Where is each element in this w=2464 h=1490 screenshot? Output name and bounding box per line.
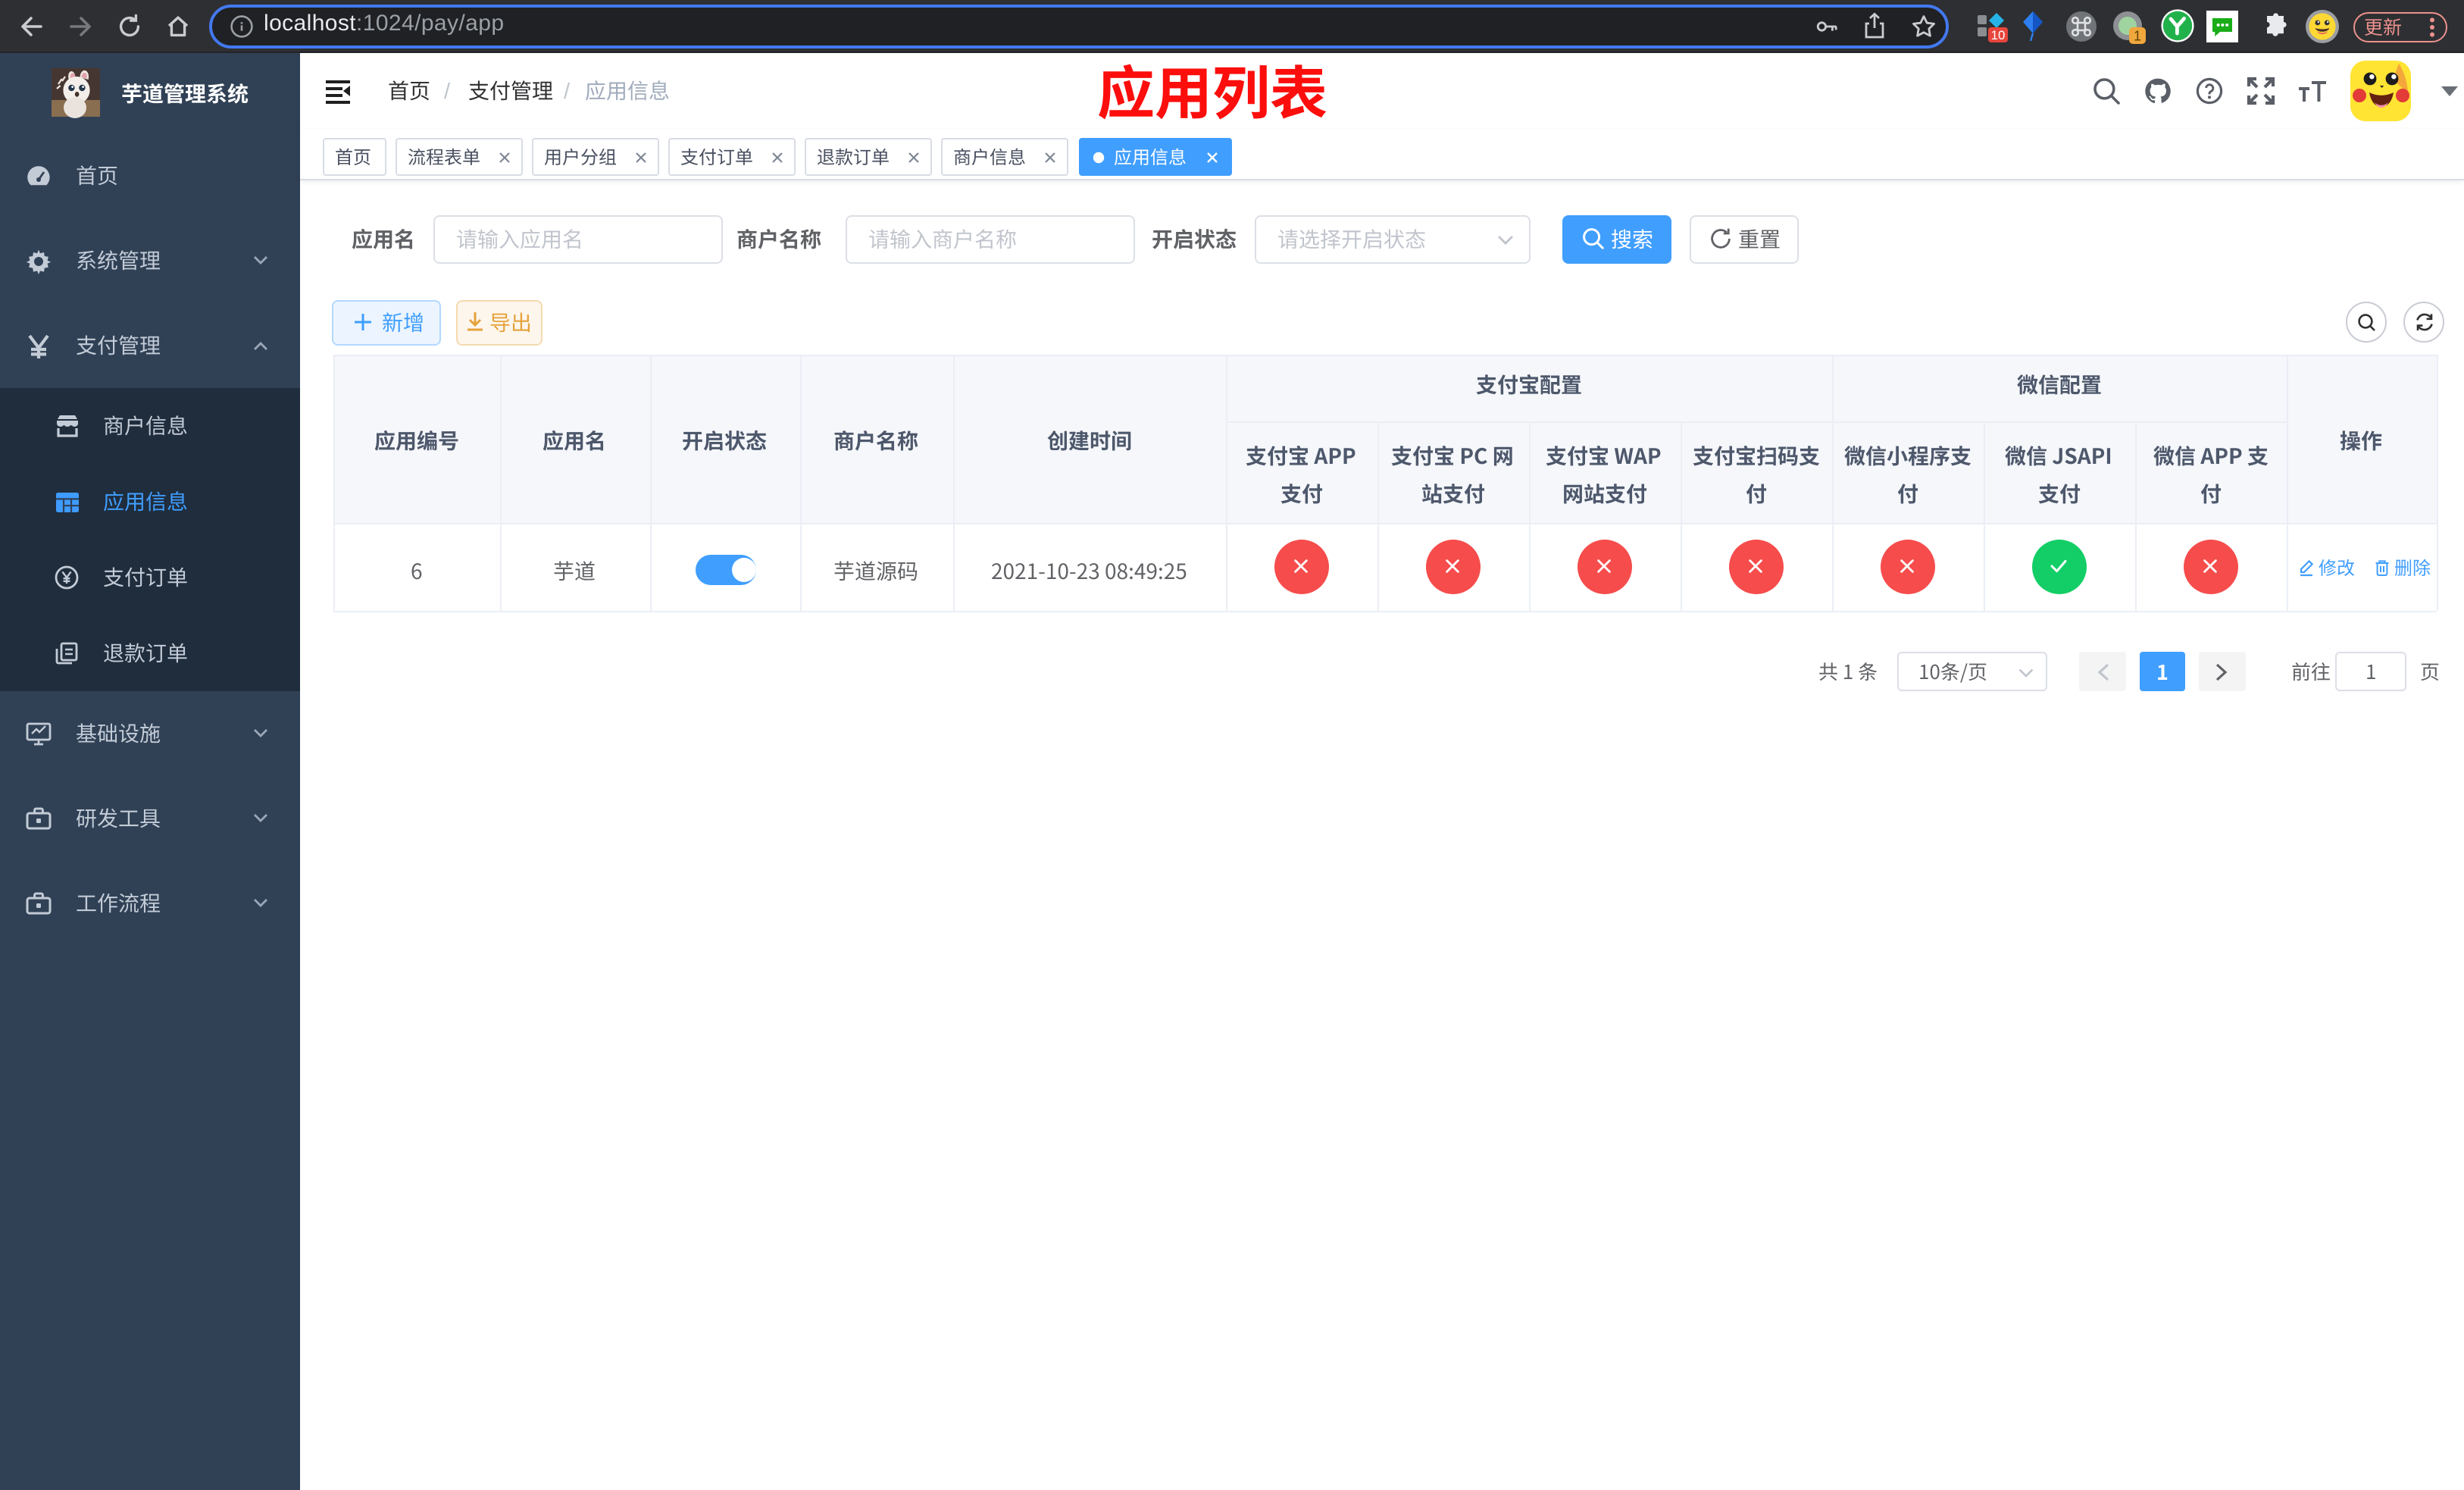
svg-text:1: 1 (2134, 28, 2141, 43)
svg-text:10: 10 (1991, 28, 2006, 42)
